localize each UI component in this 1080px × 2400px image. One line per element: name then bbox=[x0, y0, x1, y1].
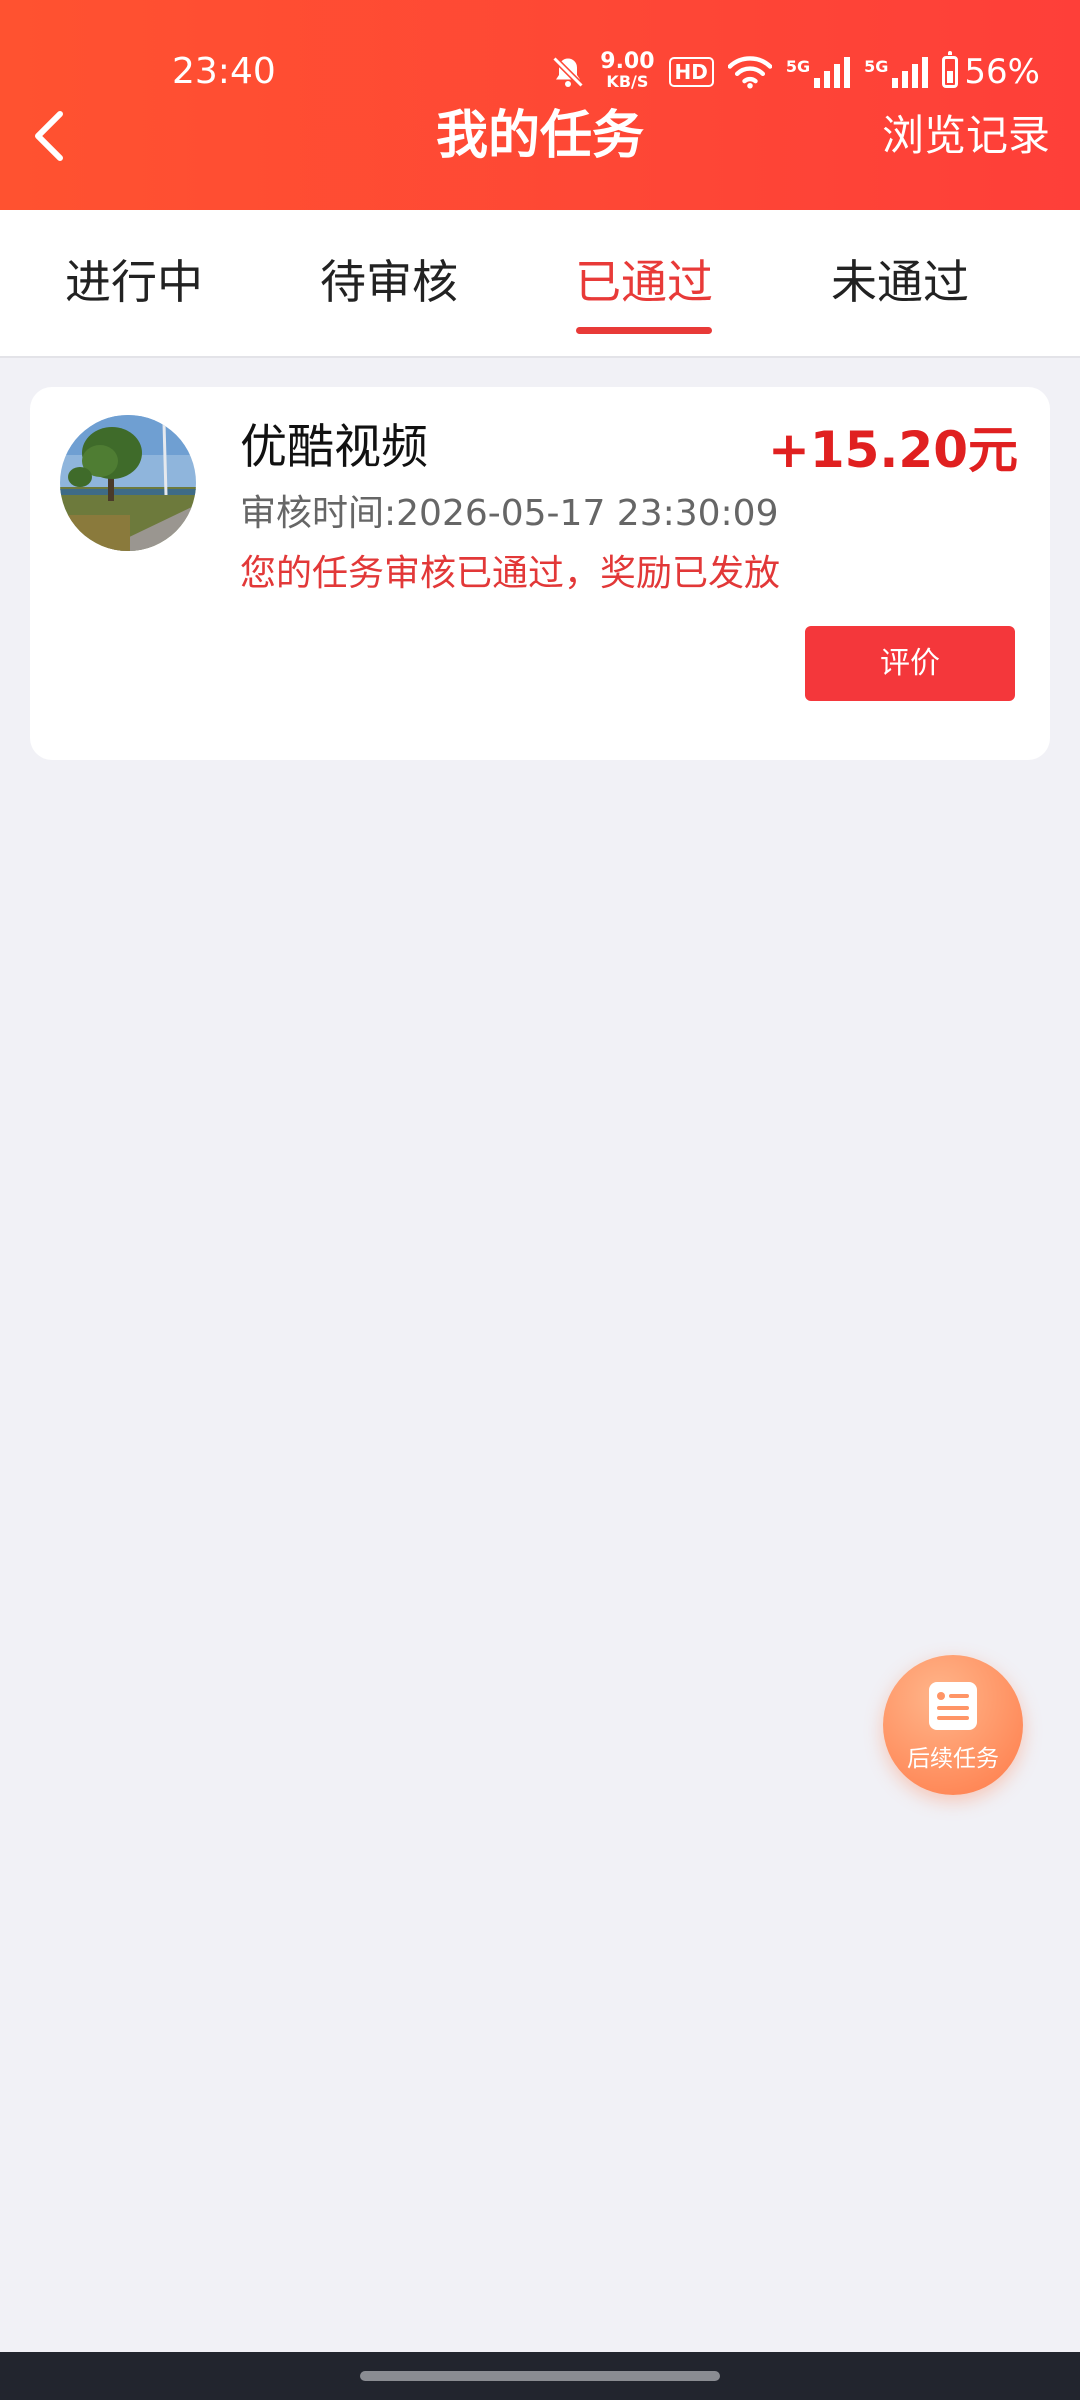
browse-history-link[interactable]: 浏览记录 bbox=[882, 108, 1050, 164]
network-speed: 9.00 KB/S bbox=[600, 49, 655, 92]
battery-icon bbox=[942, 51, 959, 88]
follow-up-tasks-button[interactable]: 后续任务 bbox=[883, 1655, 1023, 1795]
status-icons: 9.00 KB/S HD 5G 5G 56% bbox=[550, 48, 1040, 96]
hd-icon: HD bbox=[668, 57, 714, 87]
reward-amount: +15.20元 bbox=[767, 421, 1018, 479]
system-navigation-bar bbox=[0, 2352, 1080, 2400]
active-tab-indicator bbox=[576, 327, 712, 334]
review-time: 审核时间:2026-05-17 23:30:09 bbox=[240, 493, 779, 534]
signal-1-label: 5G bbox=[785, 56, 811, 76]
home-gesture-bar[interactable] bbox=[360, 2371, 720, 2381]
battery-fill bbox=[947, 71, 954, 83]
battery-percent: 56% bbox=[964, 52, 1040, 92]
approval-status-message: 您的任务审核已通过，奖励已发放 bbox=[240, 553, 781, 594]
network-speed-unit: KB/S bbox=[606, 72, 649, 91]
follow-up-tasks-label: 后续任务 bbox=[907, 1746, 999, 1772]
task-status-tabs: 进行中 待审核 已通过 未通过 bbox=[0, 210, 1080, 358]
task-list-icon bbox=[929, 1682, 977, 1730]
tab-pending-review[interactable]: 待审核 bbox=[279, 252, 499, 312]
task-name: 优酷视频 bbox=[240, 420, 428, 475]
signal-2-label: 5G bbox=[864, 56, 889, 76]
app-header: 23:40 9.00 KB/S HD 5G 5G 56% 我的任务 浏览记录 bbox=[0, 0, 1080, 210]
signal-icon-2: 5G bbox=[864, 56, 929, 88]
bell-muted-icon bbox=[552, 56, 584, 88]
tab-rejected[interactable]: 未通过 bbox=[790, 252, 1010, 312]
battery-indicator: 56% bbox=[942, 51, 1040, 92]
task-thumbnail bbox=[60, 415, 196, 551]
network-speed-value: 9.00 bbox=[600, 49, 655, 74]
tab-approved[interactable]: 已通过 bbox=[534, 252, 754, 312]
tab-in-progress[interactable]: 进行中 bbox=[24, 252, 244, 312]
wifi-icon bbox=[727, 56, 772, 89]
signal-icon-1: 5G bbox=[785, 56, 851, 88]
status-time: 23:40 bbox=[172, 51, 276, 92]
rate-button[interactable]: 评价 bbox=[805, 626, 1015, 701]
